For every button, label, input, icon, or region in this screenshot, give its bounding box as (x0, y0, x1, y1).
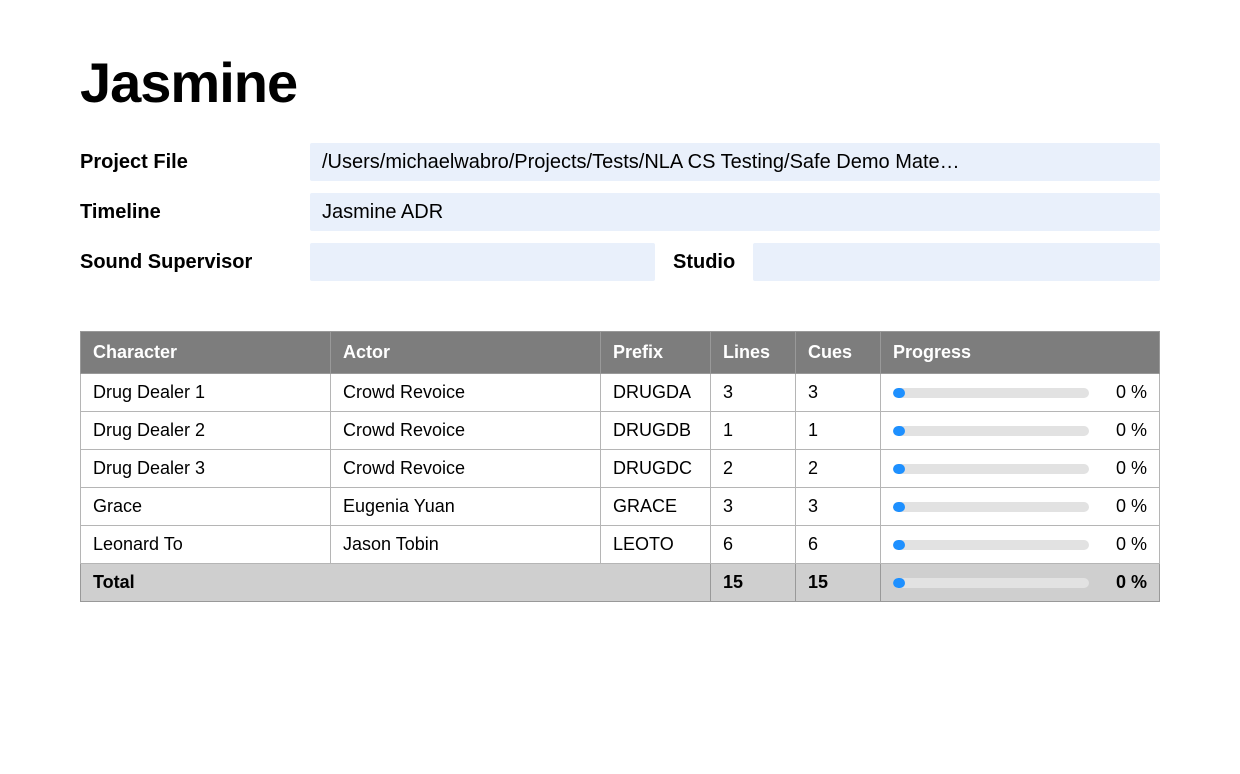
timeline-label: Timeline (80, 201, 310, 224)
cell-progress: 0 % (881, 526, 1160, 564)
col-header-prefix: Prefix (601, 332, 711, 374)
progress-percent: 0 % (1103, 534, 1147, 555)
total-label: Total (81, 564, 711, 602)
progress-percent: 0 % (1103, 572, 1147, 593)
sound-supervisor-field[interactable] (310, 243, 655, 281)
table-row[interactable]: Leonard ToJason TobinLEOTO660 % (81, 526, 1160, 564)
cell-lines: 1 (711, 412, 796, 450)
table-row[interactable]: Drug Dealer 3Crowd RevoiceDRUGDC220 % (81, 450, 1160, 488)
cell-character: Grace (81, 488, 331, 526)
project-file-label: Project File (80, 151, 310, 174)
cell-actor: Crowd Revoice (331, 374, 601, 412)
progress-percent: 0 % (1103, 496, 1147, 517)
cell-prefix: GRACE (601, 488, 711, 526)
cell-prefix: LEOTO (601, 526, 711, 564)
project-file-field[interactable]: /Users/michaelwabro/Projects/Tests/NLA C… (310, 143, 1160, 181)
progress-bar (893, 464, 1089, 474)
cell-progress: 0 % (881, 374, 1160, 412)
characters-table: Character Actor Prefix Lines Cues Progre… (80, 331, 1160, 602)
cell-actor: Crowd Revoice (331, 412, 601, 450)
characters-table-wrap: Character Actor Prefix Lines Cues Progre… (80, 331, 1160, 602)
col-header-character: Character (81, 332, 331, 374)
table-row[interactable]: Drug Dealer 1Crowd RevoiceDRUGDA330 % (81, 374, 1160, 412)
cell-character: Drug Dealer 2 (81, 412, 331, 450)
table-row[interactable]: Drug Dealer 2Crowd RevoiceDRUGDB110 % (81, 412, 1160, 450)
progress-percent: 0 % (1103, 420, 1147, 441)
cell-progress: 0 % (881, 412, 1160, 450)
progress-bar (893, 388, 1089, 398)
progress-percent: 0 % (1103, 458, 1147, 479)
col-header-progress: Progress (881, 332, 1160, 374)
sound-supervisor-label: Sound Supervisor (80, 251, 310, 274)
cell-cues: 3 (796, 374, 881, 412)
timeline-row: Timeline Jasmine ADR (80, 193, 1160, 231)
studio-label: Studio (655, 251, 753, 274)
col-header-actor: Actor (331, 332, 601, 374)
progress-percent: 0 % (1103, 382, 1147, 403)
col-header-lines: Lines (711, 332, 796, 374)
cell-lines: 6 (711, 526, 796, 564)
cell-progress: 0 % (881, 488, 1160, 526)
total-cues: 15 (796, 564, 881, 602)
cell-prefix: DRUGDB (601, 412, 711, 450)
progress-bar (893, 578, 1089, 588)
progress-bar (893, 540, 1089, 550)
cell-cues: 3 (796, 488, 881, 526)
cell-lines: 2 (711, 450, 796, 488)
project-file-row: Project File /Users/michaelwabro/Project… (80, 143, 1160, 181)
col-header-cues: Cues (796, 332, 881, 374)
total-progress: 0 % (881, 564, 1160, 602)
cell-cues: 1 (796, 412, 881, 450)
progress-bar (893, 426, 1089, 436)
cell-actor: Crowd Revoice (331, 450, 601, 488)
cell-lines: 3 (711, 488, 796, 526)
studio-field[interactable] (753, 243, 1160, 281)
cell-prefix: DRUGDC (601, 450, 711, 488)
supervisor-studio-row: Sound Supervisor Studio (80, 243, 1160, 281)
cell-character: Leonard To (81, 526, 331, 564)
page-title: Jasmine (80, 50, 1160, 115)
cell-lines: 3 (711, 374, 796, 412)
cell-cues: 6 (796, 526, 881, 564)
total-lines: 15 (711, 564, 796, 602)
progress-bar (893, 502, 1089, 512)
cell-prefix: DRUGDA (601, 374, 711, 412)
table-total-row: Total15150 % (81, 564, 1160, 602)
project-detail-page: Jasmine Project File /Users/michaelwabro… (0, 0, 1240, 652)
cell-character: Drug Dealer 3 (81, 450, 331, 488)
table-row[interactable]: GraceEugenia YuanGRACE330 % (81, 488, 1160, 526)
timeline-field[interactable]: Jasmine ADR (310, 193, 1160, 231)
cell-actor: Eugenia Yuan (331, 488, 601, 526)
table-body: Drug Dealer 1Crowd RevoiceDRUGDA330 %Dru… (81, 374, 1160, 602)
cell-character: Drug Dealer 1 (81, 374, 331, 412)
table-header-row: Character Actor Prefix Lines Cues Progre… (81, 332, 1160, 374)
cell-actor: Jason Tobin (331, 526, 601, 564)
cell-progress: 0 % (881, 450, 1160, 488)
cell-cues: 2 (796, 450, 881, 488)
